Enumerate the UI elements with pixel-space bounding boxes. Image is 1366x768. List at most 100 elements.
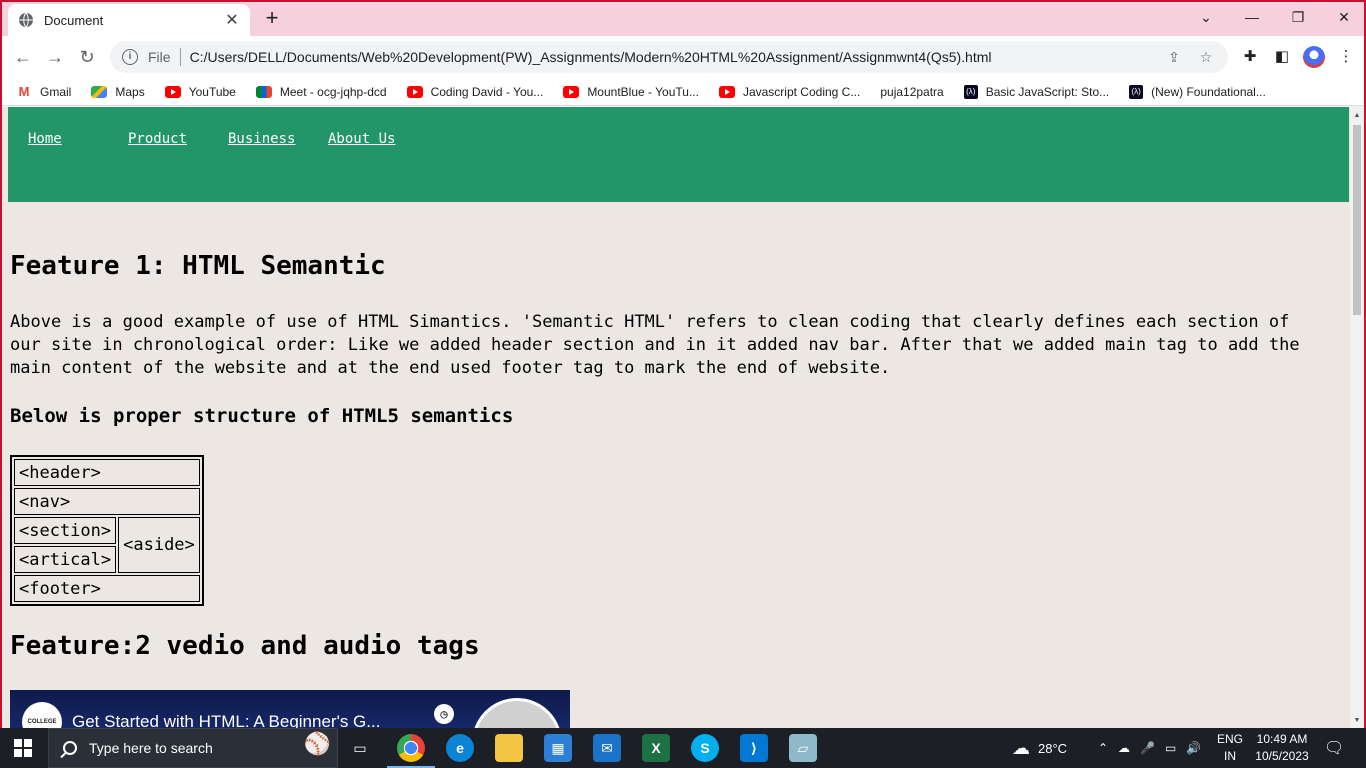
section-cell: <section>: [14, 517, 117, 544]
taskbar-clock[interactable]: 10:49 AM 10/5/2023: [1250, 731, 1314, 765]
clock-time: 10:49 AM: [1256, 732, 1308, 746]
bookmark-item[interactable]: Meet - ocg-jqhp-dcd: [255, 85, 387, 99]
chrome-taskbar-icon[interactable]: [387, 734, 435, 768]
browser-toolbar: ← → ↻ i File C:/Users/DELL/Documents/Web…: [2, 36, 1364, 78]
bookmark-item[interactable]: puja12patra: [880, 85, 943, 99]
feature2-heading: Feature:2 vedio and audio tags: [10, 631, 480, 661]
scheme-label: File: [148, 49, 171, 65]
structure-heading: Below is proper structure of HTML5 seman…: [10, 405, 514, 427]
extensions-icon[interactable]: ✚: [1240, 47, 1260, 67]
clock-date: 10/5/2023: [1255, 749, 1309, 763]
watch-later-icon[interactable]: ◷: [434, 704, 454, 724]
bookmark-label: Javascript Coding C...: [742, 84, 861, 99]
nav-link-home[interactable]: Home: [28, 131, 62, 147]
nav-link-product[interactable]: Product: [128, 131, 187, 147]
file-explorer-icon[interactable]: [495, 734, 523, 762]
back-button[interactable]: ←: [10, 45, 36, 71]
profile-avatar[interactable]: [1303, 46, 1325, 68]
freecodecamp-icon: (λ): [963, 84, 978, 99]
close-window-button[interactable]: ✕: [1324, 6, 1364, 30]
bookmark-label: Gmail: [40, 84, 72, 99]
excel-icon[interactable]: X: [642, 734, 670, 762]
system-tray-icons[interactable]: ⌃☁🎤▭🔊: [1098, 728, 1211, 768]
bookmark-item[interactable]: MountBlue - YouTu...: [563, 85, 699, 99]
site-header: Home Product Business About Us: [8, 107, 1349, 202]
gmail-icon: M: [18, 83, 30, 99]
weather-temp: 28°C: [1038, 740, 1068, 756]
youtube-icon: [164, 85, 181, 98]
scroll-down-arrow-icon[interactable]: ▼: [1350, 714, 1364, 728]
new-tab-button[interactable]: +: [260, 7, 284, 31]
page-scrollbar[interactable]: ▲ ▼: [1350, 107, 1364, 728]
freecodecamp-icon: (λ): [1129, 84, 1144, 99]
language-indicator[interactable]: ENG IN: [1214, 731, 1246, 765]
bookmark-item[interactable]: (λ) Basic JavaScript: Sto...: [963, 84, 1110, 99]
site-info-icon[interactable]: i: [122, 49, 138, 65]
scroll-up-arrow-icon[interactable]: ▲: [1350, 109, 1364, 123]
tab-title: Document: [44, 12, 104, 28]
edge-taskbar-icon[interactable]: e: [446, 734, 474, 762]
search-highlight-icon: ⚾: [303, 731, 331, 756]
nav-cell: <nav>: [14, 488, 200, 515]
address-divider: [179, 48, 181, 66]
menu-kebab-icon[interactable]: ⋮: [1336, 47, 1356, 67]
globe-icon: [19, 12, 33, 28]
tab-strip: Document ✕ + ⌄ — ❐ ✕: [2, 2, 1364, 36]
tab-close-icon[interactable]: ✕: [224, 10, 240, 30]
search-icon: [63, 741, 77, 755]
lang-region: IN: [1224, 749, 1236, 763]
artical-cell: <artical>: [14, 546, 117, 573]
windows-start-icon[interactable]: [14, 739, 32, 757]
notification-center-icon[interactable]: 🗨: [1324, 728, 1344, 768]
semantics-table: <header> <nav> <section> <aside> <artica…: [10, 455, 204, 606]
mail-icon[interactable]: ✉: [593, 734, 621, 762]
address-bar[interactable]: i File C:/Users/DELL/Documents/Web%20Dev…: [110, 41, 1228, 73]
embedded-video[interactable]: COLLEGE WALLAH Get Started with HTML: A …: [10, 690, 570, 728]
weather-widget[interactable]: ☁ 28°C: [1012, 728, 1067, 768]
notes-app-icon[interactable]: ▱: [789, 734, 817, 762]
bookmark-label: Basic JavaScript: Sto...: [985, 84, 1110, 99]
aside-cell: <aside>: [118, 517, 200, 573]
web-page: Home Product Business About Us Feature 1…: [8, 107, 1349, 728]
tab-document[interactable]: Document ✕: [8, 4, 250, 36]
side-panel-icon[interactable]: ◧: [1272, 47, 1292, 67]
tab-search-icon[interactable]: ⌄: [1186, 6, 1226, 30]
bookmark-star-icon[interactable]: ☆: [1196, 47, 1216, 67]
bookmark-item[interactable]: YouTube: [164, 85, 236, 99]
bookmark-item[interactable]: Coding David - You...: [406, 85, 543, 99]
share-video-icon[interactable]: [472, 698, 562, 728]
weather-cloud-icon: ☁: [1012, 737, 1030, 758]
url-text[interactable]: C:/Users/DELL/Documents/Web%20Developmen…: [190, 49, 1164, 65]
bookmark-label: Maps: [115, 84, 145, 99]
bookmark-item[interactable]: Maps: [91, 84, 145, 99]
share-icon[interactable]: ⇪: [1164, 47, 1184, 67]
restore-button[interactable]: ❐: [1278, 6, 1318, 30]
taskbar-search-placeholder: Type here to search: [89, 740, 213, 756]
youtube-icon: [406, 85, 423, 98]
header-cell: <header>: [14, 459, 200, 486]
feature1-heading: Feature 1: HTML Semantic: [10, 251, 386, 281]
reload-button[interactable]: ↻: [74, 45, 100, 71]
page-viewport: Home Product Business About Us Feature 1…: [2, 107, 1364, 728]
bookmarks-bar: M Gmail Maps YouTube Meet - ocg-jqhp-dcd Codi…: [2, 78, 1364, 106]
nav-link-business[interactable]: Business: [228, 131, 295, 147]
youtube-icon: [563, 85, 580, 98]
bookmark-item[interactable]: Javascript Coding C...: [718, 84, 861, 99]
skype-icon[interactable]: S: [691, 734, 719, 762]
minimize-button[interactable]: —: [1232, 6, 1272, 30]
maps-icon: [91, 85, 108, 98]
channel-logo[interactable]: COLLEGE WALLAH: [22, 702, 62, 728]
scrollbar-thumb[interactable]: [1353, 125, 1361, 315]
bookmark-item[interactable]: M Gmail: [16, 83, 72, 99]
vscode-icon[interactable]: ⟩: [740, 734, 768, 762]
video-title[interactable]: Get Started with HTML: A Beginner's G...: [72, 712, 380, 728]
bookmark-item[interactable]: (λ) (New) Foundational...: [1129, 84, 1266, 99]
feature1-paragraph: Above is a good example of use of HTML S…: [10, 312, 1300, 378]
nav-link-about-us[interactable]: About Us: [328, 131, 395, 147]
lang-code: ENG: [1216, 732, 1243, 746]
forward-button[interactable]: →: [42, 45, 68, 71]
microsoft-store-icon[interactable]: ▦: [544, 734, 572, 762]
taskbar-search[interactable]: Type here to search ⚾: [48, 728, 338, 768]
task-view-icon[interactable]: ▭: [346, 734, 374, 762]
bookmark-label: (New) Foundational...: [1151, 84, 1266, 99]
